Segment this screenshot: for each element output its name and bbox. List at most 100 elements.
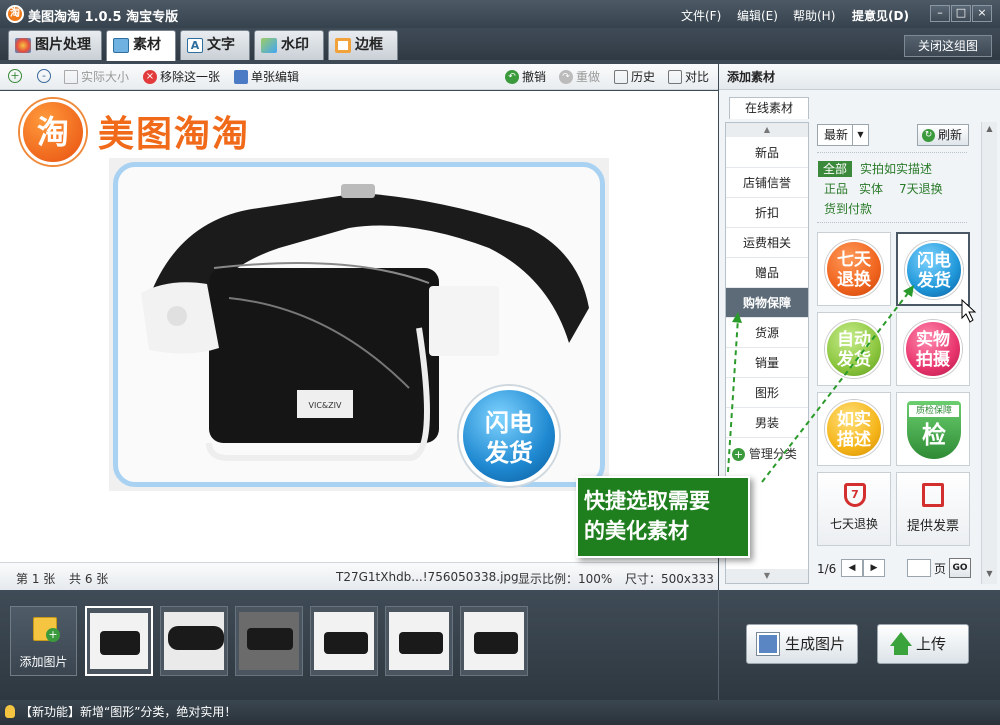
- filter-physical[interactable]: 实体: [859, 181, 883, 197]
- sort-select[interactable]: 最新 ▼: [817, 124, 869, 146]
- scroll-down-arrow[interactable]: ▼: [726, 569, 808, 583]
- lightning-delivery-badge[interactable]: 闪电 发货: [459, 386, 559, 486]
- refresh-label: 刷新: [938, 128, 963, 142]
- refresh-button[interactable]: ↻ 刷新: [917, 124, 969, 146]
- category-shop-reputation[interactable]: 店铺信誉: [726, 168, 808, 198]
- lightbulb-icon: [5, 705, 15, 718]
- upload-arrow-icon: [890, 632, 912, 646]
- shield-seven-icon: 7: [844, 483, 866, 507]
- tab-border[interactable]: 边框: [328, 30, 398, 60]
- thumbnail-1[interactable]: [85, 606, 153, 676]
- panel-scrollbar[interactable]: ▲ ▼: [981, 122, 997, 584]
- minimize-button[interactable]: –: [930, 5, 950, 22]
- thumbnail-3[interactable]: [235, 606, 303, 676]
- material-lightning-delivery[interactable]: 闪电 发货: [896, 232, 970, 306]
- shield-icon: 质检保障 检: [907, 401, 961, 459]
- category-new[interactable]: 新品: [726, 138, 808, 168]
- remove-one-button[interactable]: × 移除这一张: [143, 69, 220, 85]
- menu-feedback[interactable]: 提意见(D): [852, 7, 909, 24]
- maximize-button[interactable]: □: [951, 5, 971, 22]
- badge-line: 退换: [837, 270, 871, 290]
- invoice-icon: [922, 483, 944, 507]
- actual-size-button[interactable]: 实际大小: [64, 69, 129, 85]
- upload-button[interactable]: 上传: [877, 624, 969, 664]
- text-icon: A: [187, 38, 203, 53]
- menu-file[interactable]: 文件(F): [681, 7, 721, 24]
- category-shapes[interactable]: 图形: [726, 378, 808, 408]
- thumbnail-6[interactable]: [460, 606, 528, 676]
- thumbnail-4[interactable]: [310, 606, 378, 676]
- add-icon: +: [732, 448, 745, 461]
- filter-all[interactable]: 全部: [818, 161, 853, 177]
- scroll-down-arrow[interactable]: ▼: [983, 569, 996, 578]
- page-input[interactable]: [907, 559, 931, 577]
- news-bar[interactable]: 【新功能】新增“图形”分类，绝对实用！: [0, 700, 1000, 725]
- undo-button[interactable]: ↶ 撤销: [505, 69, 546, 85]
- material-provide-invoice[interactable]: 提供发票: [896, 472, 970, 546]
- refresh-icon: ↻: [922, 129, 935, 142]
- category-gift[interactable]: 赠品: [726, 258, 808, 288]
- filter-cod[interactable]: 货到付款: [824, 201, 872, 217]
- material-real-photo[interactable]: 实物 拍摄: [896, 312, 970, 386]
- material-true-description[interactable]: 如实 描述: [817, 392, 891, 466]
- page-label: 页: [934, 562, 947, 576]
- category-sales[interactable]: 销量: [726, 348, 808, 378]
- image-total: 共 6 张: [69, 572, 109, 586]
- close-button[interactable]: ×: [972, 5, 992, 22]
- tab-label: 边框: [355, 37, 383, 53]
- compare-button[interactable]: 对比: [668, 69, 709, 85]
- next-page-button[interactable]: ▶: [863, 559, 885, 577]
- tab-label: 图片处理: [35, 37, 91, 53]
- tab-watermark[interactable]: 水印: [254, 30, 324, 60]
- close-group-button[interactable]: 关闭这组图: [904, 35, 992, 57]
- product-photo[interactable]: VIC&ZIV 闪电 发货: [109, 158, 609, 491]
- filter-genuine[interactable]: 正品: [824, 181, 848, 197]
- redo-button[interactable]: ↷ 重做: [559, 69, 600, 85]
- material-seven-day-return[interactable]: 七天 退换: [817, 232, 891, 306]
- material-seven-day-return-icon[interactable]: 7 七天退换: [817, 472, 891, 546]
- badge-line: 如实: [837, 410, 871, 430]
- material-auto-delivery[interactable]: 自动 发货: [817, 312, 891, 386]
- badge-line: 质检保障: [909, 405, 959, 417]
- thumbnail-2[interactable]: [160, 606, 228, 676]
- add-picture-button[interactable]: + 添加图片: [10, 606, 77, 676]
- badge-line: 拍摄: [916, 350, 950, 370]
- current-image-index: 第 1 张: [16, 572, 56, 586]
- tab-label: 水印: [281, 37, 309, 53]
- go-button[interactable]: GO: [949, 558, 971, 578]
- zoom-out-icon[interactable]: -: [37, 69, 51, 83]
- watermark-icon: [261, 38, 277, 53]
- filter-real-shot[interactable]: 实拍如实描述: [860, 161, 932, 177]
- app-icon: 淘: [6, 5, 24, 23]
- tab-materials[interactable]: 素材: [106, 30, 176, 61]
- category-shipping[interactable]: 运费相关: [726, 228, 808, 258]
- category-menswear[interactable]: 男装: [726, 408, 808, 438]
- badge: 自动 发货: [825, 320, 883, 378]
- category-purchase-guarantee[interactable]: 购物保障: [726, 288, 808, 318]
- tab-online-materials[interactable]: 在线素材: [729, 97, 809, 119]
- category-source[interactable]: 货源: [726, 318, 808, 348]
- tab-text[interactable]: A 文字: [180, 30, 250, 60]
- scroll-up-arrow[interactable]: ▲: [726, 123, 808, 137]
- undo-icon: ↶: [505, 70, 519, 84]
- manage-label: 管理分类: [748, 447, 797, 461]
- manage-categories-button[interactable]: + 管理分类: [732, 445, 797, 462]
- material-caption: 提供发票: [906, 519, 959, 534]
- badge-line: 发货: [485, 439, 533, 467]
- filter-7day-return[interactable]: 7天退换: [899, 181, 943, 197]
- generate-image-button[interactable]: 生成图片: [746, 624, 858, 664]
- thumbnail-5[interactable]: [385, 606, 453, 676]
- category-discount[interactable]: 折扣: [726, 198, 808, 228]
- prev-page-button[interactable]: ◀: [841, 559, 863, 577]
- history-button[interactable]: 历史: [614, 69, 655, 85]
- zoom-ratio: 显示比例：100%: [518, 572, 613, 586]
- menu-help[interactable]: 帮助(H): [793, 7, 835, 24]
- scroll-up-arrow[interactable]: ▲: [983, 124, 996, 133]
- upload-label: 上传: [916, 635, 947, 653]
- single-edit-button[interactable]: 单张编辑: [234, 69, 299, 85]
- material-quality-check[interactable]: 质检保障 检: [896, 392, 970, 466]
- menu-edit[interactable]: 编辑(E): [737, 7, 778, 24]
- tab-image-processing[interactable]: 图片处理: [8, 30, 102, 60]
- badge-line: 自动: [837, 330, 871, 350]
- zoom-in-icon[interactable]: +: [8, 69, 22, 83]
